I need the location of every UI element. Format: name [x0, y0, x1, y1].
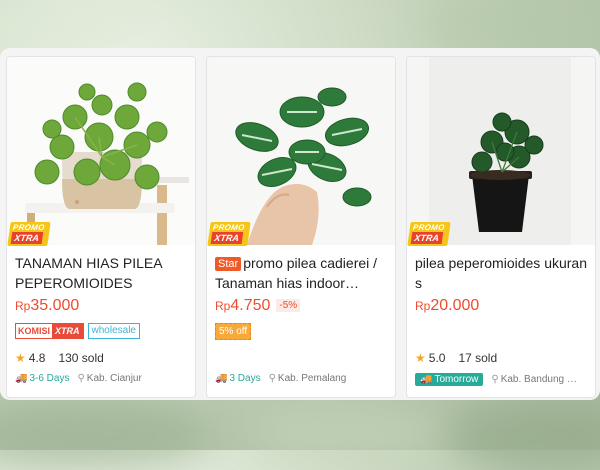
- badge-row: KOMISI XTRA wholesale: [15, 323, 140, 339]
- pilea-small-pot-image: [407, 57, 595, 245]
- rating-row: ★ 5.0 17 sold: [415, 351, 497, 365]
- delivery-time: 3-6 Days: [29, 373, 70, 384]
- promo-label-bottom: XTRA: [10, 232, 43, 244]
- product-title[interactable]: TANAMAN HIAS PILEA PEPEROMIOIDES: [15, 253, 191, 293]
- star-icon: ★: [15, 351, 26, 365]
- shipping-row: 🚚 Tomorrow ⚲ Kab. Bandung …: [415, 373, 577, 386]
- sold-count: 130 sold: [58, 351, 104, 365]
- seller-location: Kab. Pemalang: [277, 373, 347, 384]
- rating-row: ★ 4.8 130 sold: [15, 351, 104, 365]
- pilea-pot-image: [7, 57, 195, 245]
- delivery-time: 3 Days: [229, 373, 261, 384]
- promo-xtra-badge: PROMO XTRA: [7, 222, 51, 246]
- promo-label-bottom: XTRA: [410, 232, 443, 244]
- product-title[interactable]: pilea peperomioides ukuran s: [415, 253, 591, 293]
- xtra-label: XTRA: [52, 324, 83, 338]
- product-image[interactable]: [7, 57, 195, 245]
- location-pin-icon: ⚲: [268, 373, 276, 384]
- rating-value: 5.0: [428, 351, 446, 365]
- seller-location: Kab. Cianjur: [86, 373, 142, 384]
- product-title[interactable]: Star promo pilea cadierei / Tanaman hias …: [215, 253, 391, 293]
- price-value: 4.750: [230, 297, 271, 314]
- product-price: Rp4.750 -5%: [215, 297, 301, 315]
- shipping-row: 🚚 3 Days ⚲ Kab. Pemalang: [215, 373, 346, 384]
- promo-xtra-badge: PROMO XTRA: [407, 222, 451, 246]
- promo-label-top: PROMO: [12, 223, 46, 232]
- price-currency: Rp: [215, 299, 231, 313]
- location-pin-icon: ⚲: [77, 373, 85, 384]
- promo-label-top: PROMO: [412, 223, 446, 232]
- promo-label-top: PROMO: [212, 223, 246, 232]
- wholesale-badge: wholesale: [87, 323, 140, 339]
- promo-xtra-badge: PROMO XTRA: [207, 222, 251, 246]
- product-image[interactable]: [207, 57, 395, 245]
- delivery-truck-icon: 🚚: [15, 373, 28, 384]
- rating-value: 4.8: [28, 351, 46, 365]
- shipping-row: 🚚 3-6 Days ⚲ Kab. Cianjur: [15, 373, 142, 384]
- product-card[interactable]: PROMO XTRA TANAMAN HIAS PILEA PEPEROMIOI…: [6, 56, 196, 398]
- star-seller-tag: Star: [215, 257, 242, 271]
- product-image[interactable]: [407, 57, 595, 245]
- tomorrow-delivery-badge: 🚚 Tomorrow: [415, 373, 484, 386]
- off-voucher-badge: 5% off: [215, 323, 252, 340]
- pilea-cadierei-image: [207, 57, 395, 245]
- price-value: 20.000: [430, 297, 480, 314]
- delivery-time: Tomorrow: [434, 374, 479, 385]
- komisi-label: KOMISI: [18, 326, 51, 336]
- star-icon: ★: [415, 351, 426, 365]
- sold-count: 17 sold: [458, 351, 498, 365]
- location-pin-icon: ⚲: [491, 374, 499, 385]
- seller-location: Kab. Bandung …: [500, 374, 577, 385]
- product-price: Rp20.000: [415, 297, 479, 315]
- delivery-truck-icon: 🚚: [420, 374, 433, 385]
- product-price: Rp35.000: [15, 297, 79, 315]
- price-value: 35.000: [30, 297, 80, 314]
- promo-label-bottom: XTRA: [210, 232, 243, 244]
- product-card[interactable]: PROMO XTRA pilea peperomioides ukuran s …: [406, 56, 596, 398]
- komisi-xtra-badge: KOMISI XTRA: [15, 323, 84, 339]
- discount-badge: -5%: [276, 299, 301, 312]
- badge-row: 5% off: [215, 323, 252, 340]
- price-currency: Rp: [15, 299, 31, 313]
- delivery-truck-icon: 🚚: [215, 373, 228, 384]
- product-card[interactable]: PROMO XTRA Star promo pilea cadierei / Ta…: [206, 56, 396, 398]
- price-currency: Rp: [415, 299, 431, 313]
